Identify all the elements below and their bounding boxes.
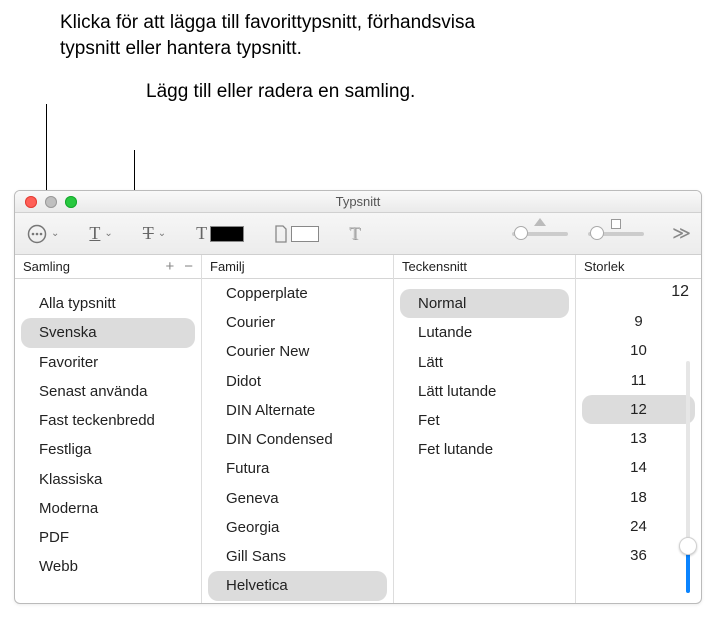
underline-button[interactable]: T ⌄: [89, 223, 112, 244]
list-item[interactable]: Normal: [400, 289, 569, 318]
size-input[interactable]: 12: [576, 279, 701, 303]
shadow-blur-slider[interactable]: [588, 232, 644, 236]
document-icon: [274, 225, 288, 243]
family-column: Familj CopperplateCourierCourier NewDido…: [202, 255, 394, 603]
column-header-label: Familj: [210, 259, 245, 274]
triangle-icon: [534, 218, 546, 226]
list-item[interactable]: Geneva: [208, 484, 387, 513]
list-item[interactable]: Alla typsnitt: [21, 289, 195, 318]
list-item[interactable]: Svenska: [21, 318, 195, 347]
slider-knob[interactable]: [514, 226, 528, 240]
list-item[interactable]: Gill Sans: [208, 542, 387, 571]
list-item[interactable]: Futura: [208, 454, 387, 483]
toolbar: ⌄ T ⌄ T ⌄ T T: [15, 213, 701, 255]
column-header-label: Storlek: [584, 259, 624, 274]
titlebar: Typsnitt: [15, 191, 701, 213]
list-item[interactable]: Fet: [400, 406, 569, 435]
list-item[interactable]: Lutande: [400, 318, 569, 347]
chevron-right-double-icon: ≫: [672, 223, 691, 243]
collection-list[interactable]: Alla typsnittSvenskaFavoriterSenast anvä…: [15, 279, 201, 588]
list-item[interactable]: Fast teckenbredd: [21, 406, 195, 435]
underline-icon: T: [89, 223, 100, 244]
remove-collection-button[interactable]: −: [184, 258, 193, 275]
text-color-button[interactable]: T: [196, 223, 244, 244]
shadow-text-icon: T: [349, 223, 360, 244]
text-icon: T: [196, 223, 207, 244]
list-item[interactable]: Webb: [21, 552, 195, 581]
slider-knob[interactable]: [590, 226, 604, 240]
toolbar-overflow-button[interactable]: ≫: [672, 223, 691, 244]
family-header: Familj: [202, 255, 393, 279]
list-item[interactable]: Georgia: [208, 513, 387, 542]
callout-add-collection: Lägg till eller radera en samling.: [146, 79, 626, 105]
list-item[interactable]: Lätt lutande: [400, 377, 569, 406]
size-header: Storlek: [576, 255, 701, 279]
chevron-down-icon: ⌄: [104, 228, 112, 239]
list-item[interactable]: PDF: [21, 523, 195, 552]
shadow-opacity-slider[interactable]: [512, 232, 568, 236]
strikethrough-button[interactable]: T ⌄: [143, 223, 166, 244]
typeface-list[interactable]: NormalLutandeLättLätt lutandeFetFet luta…: [394, 279, 575, 471]
slider-track: [686, 361, 690, 593]
square-icon: [611, 219, 621, 229]
callout-more-menu: Klicka för att lägga till favorittypsnit…: [60, 10, 480, 61]
list-item[interactable]: Courier New: [208, 337, 387, 366]
collection-column: Samling + − Alla typsnittSvenskaFavorite…: [15, 255, 202, 603]
ellipsis-circle-icon: [27, 224, 47, 244]
color-well[interactable]: [291, 226, 319, 242]
list-item[interactable]: 9: [582, 307, 695, 336]
list-item[interactable]: Festliga: [21, 435, 195, 464]
text-shadow-button[interactable]: T: [349, 223, 360, 244]
column-header-label: Samling: [23, 259, 70, 274]
typeface-header: Teckensnitt: [394, 255, 575, 279]
list-item[interactable]: Lätt: [400, 348, 569, 377]
list-item[interactable]: Helvetica: [208, 571, 387, 600]
chevron-down-icon: ⌄: [158, 228, 166, 239]
list-item[interactable]: DIN Alternate: [208, 396, 387, 425]
list-item[interactable]: Klassiska: [21, 465, 195, 494]
chevron-down-icon: ⌄: [51, 228, 59, 239]
columns-container: Samling + − Alla typsnittSvenskaFavorite…: [15, 255, 701, 603]
color-well[interactable]: [210, 226, 244, 242]
slider-knob[interactable]: [679, 537, 697, 555]
list-item[interactable]: Didot: [208, 367, 387, 396]
strikethrough-icon: T: [143, 223, 154, 244]
size-slider[interactable]: [679, 361, 697, 593]
typeface-column: Teckensnitt NormalLutandeLättLätt lutand…: [394, 255, 576, 603]
list-item[interactable]: Moderna: [21, 494, 195, 523]
list-item[interactable]: Senast använda: [21, 377, 195, 406]
list-item[interactable]: Copperplate: [208, 279, 387, 308]
add-collection-button[interactable]: +: [165, 258, 174, 275]
more-options-button[interactable]: ⌄: [27, 224, 59, 244]
document-color-button[interactable]: [274, 225, 319, 243]
list-item[interactable]: DIN Condensed: [208, 425, 387, 454]
column-header-label: Teckensnitt: [402, 259, 467, 274]
list-item[interactable]: Favoriter: [21, 348, 195, 377]
family-list[interactable]: CopperplateCourierCourier NewDidotDIN Al…: [202, 279, 393, 603]
slider-fill: [686, 551, 690, 593]
list-item[interactable]: Fet lutande: [400, 435, 569, 464]
collection-header: Samling + −: [15, 255, 201, 279]
window-title: Typsnitt: [15, 194, 701, 209]
size-column: Storlek 12 91011121314182436: [576, 255, 701, 603]
list-item[interactable]: Courier: [208, 308, 387, 337]
fonts-window: Typsnitt ⌄ T ⌄ T ⌄ T T: [14, 190, 702, 604]
